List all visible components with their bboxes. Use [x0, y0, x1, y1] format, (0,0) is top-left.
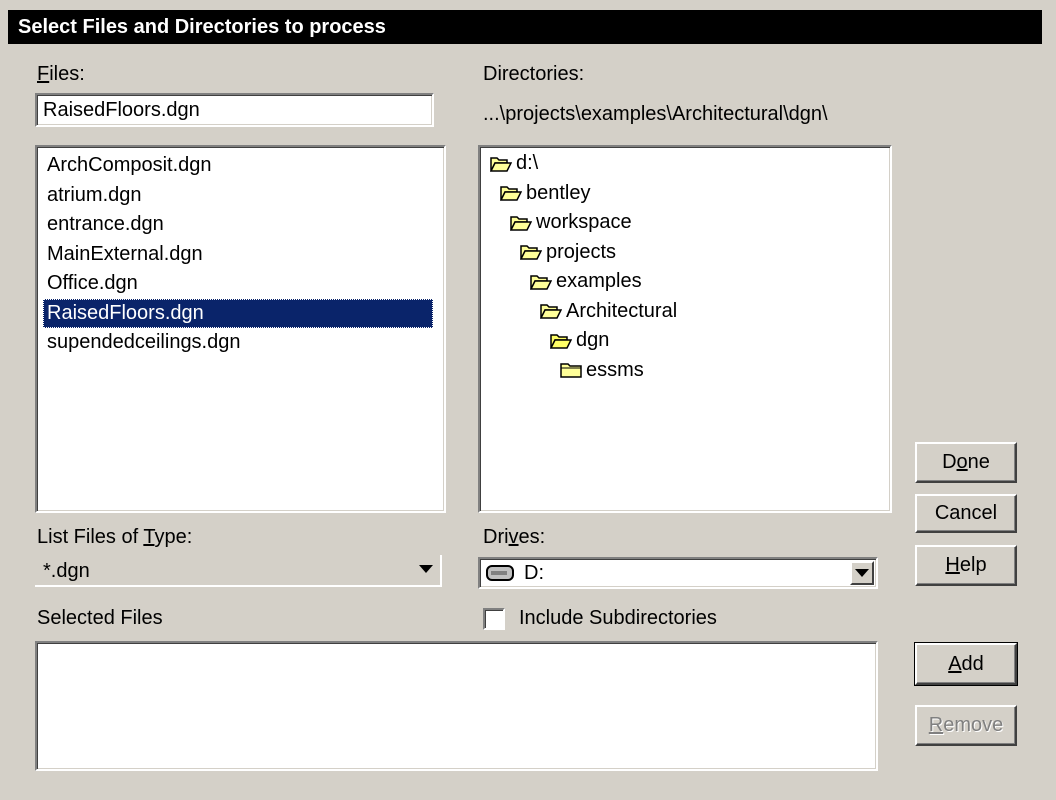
directory-label: bentley	[526, 181, 591, 204]
folder-icon	[560, 361, 586, 379]
directory-tree-item[interactable]: bentley	[500, 179, 591, 208]
drives-label: Drives:	[483, 526, 546, 548]
directory-label: dgn	[576, 329, 610, 351]
select-files-dialog: Select Files and Directories to process …	[0, 0, 1056, 800]
open-folder-icon	[490, 155, 516, 173]
drives-value: D:	[524, 562, 544, 584]
filename-input[interactable]: RaisedFloors.dgn	[35, 93, 434, 127]
directory-label: examples	[556, 270, 642, 292]
drives-dropdown[interactable]: D:	[478, 557, 878, 589]
directory-tree-item[interactable]: examples	[530, 267, 642, 296]
directory-label: Architectural	[566, 299, 678, 322]
directory-label: projects	[546, 240, 617, 263]
current-directory-path: ...\projects\examples\Architectural\dgn\	[483, 103, 828, 125]
directories-label: Directories:	[483, 63, 585, 85]
dialog-title: Select Files and Directories to process	[8, 10, 1042, 44]
open-folder-icon	[510, 214, 536, 232]
files-list[interactable]: ArchComposit.dgn atrium.dgn entrance.dgn Ma…	[35, 145, 446, 513]
drive-icon	[486, 565, 514, 581]
directory-tree[interactable]: d:\ bentley workspace projects examples Archi…	[478, 145, 892, 513]
cancel-button[interactable]: Cancel	[915, 494, 1017, 533]
directory-tree-item[interactable]: dgn	[550, 326, 609, 355]
drives-dropdown-arrow-icon[interactable]	[850, 561, 874, 585]
remove-button[interactable]: Remove	[915, 705, 1017, 746]
file-list-item[interactable]: atrium.dgn	[43, 181, 146, 210]
files-label: Files:	[37, 63, 85, 85]
open-folder-icon	[550, 332, 576, 350]
selected-files-list[interactable]	[35, 641, 878, 771]
file-type-label: List Files of Type:	[37, 526, 193, 548]
file-list-item[interactable]: entrance.dgn	[43, 210, 168, 239]
open-folder-icon	[540, 302, 566, 320]
help-button[interactable]: Help	[915, 545, 1017, 586]
done-button[interactable]: Done	[915, 442, 1017, 483]
file-type-value: *.dgn	[43, 560, 90, 582]
file-type-dropdown[interactable]: *.dgn	[35, 555, 442, 587]
add-button[interactable]: Add	[914, 642, 1018, 686]
directory-tree-item[interactable]: d:\	[490, 149, 538, 178]
include-subdirectories-label[interactable]: Include Subdirectories	[519, 606, 717, 630]
directory-label: essms	[586, 358, 644, 381]
open-folder-icon	[530, 273, 556, 291]
file-list-item[interactable]: MainExternal.dgn	[43, 240, 207, 269]
file-list-item[interactable]: RaisedFloors.dgn	[43, 298, 433, 328]
file-list-item[interactable]: ArchComposit.dgn	[43, 151, 216, 180]
directory-tree-item[interactable]: Architectural	[540, 297, 677, 326]
directory-tree-item[interactable]: essms	[560, 356, 644, 385]
file-list-item[interactable]: Office.dgn	[43, 269, 142, 298]
directory-tree-item[interactable]: projects	[520, 238, 616, 267]
dropdown-arrow-icon[interactable]	[414, 557, 438, 581]
file-list-item[interactable]: supendedceilings.dgn	[43, 328, 245, 357]
open-folder-icon	[520, 243, 546, 261]
selected-files-label: Selected Files	[37, 607, 163, 629]
directory-label: workspace	[536, 211, 632, 233]
open-folder-icon	[500, 184, 526, 202]
include-subdirectories-checkbox[interactable]	[483, 608, 505, 630]
directory-tree-item[interactable]: workspace	[510, 208, 632, 237]
directory-label: d:\	[516, 152, 539, 174]
